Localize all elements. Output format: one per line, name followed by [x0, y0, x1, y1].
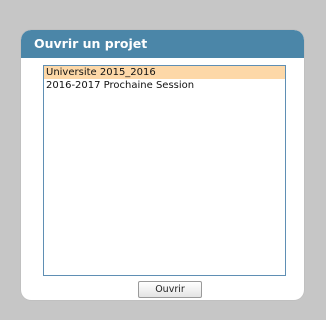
project-list[interactable]: Universite 2015_2016 2016-2017 Prochaine… [43, 65, 286, 276]
project-list-item[interactable]: 2016-2017 Prochaine Session [44, 79, 285, 92]
open-project-dialog: Ouvrir un projet Universite 2015_2016 20… [21, 30, 304, 300]
project-list-item[interactable]: Universite 2015_2016 [44, 66, 285, 79]
open-button[interactable]: Ouvrir [138, 281, 202, 298]
dialog-title: Ouvrir un projet [21, 30, 304, 58]
